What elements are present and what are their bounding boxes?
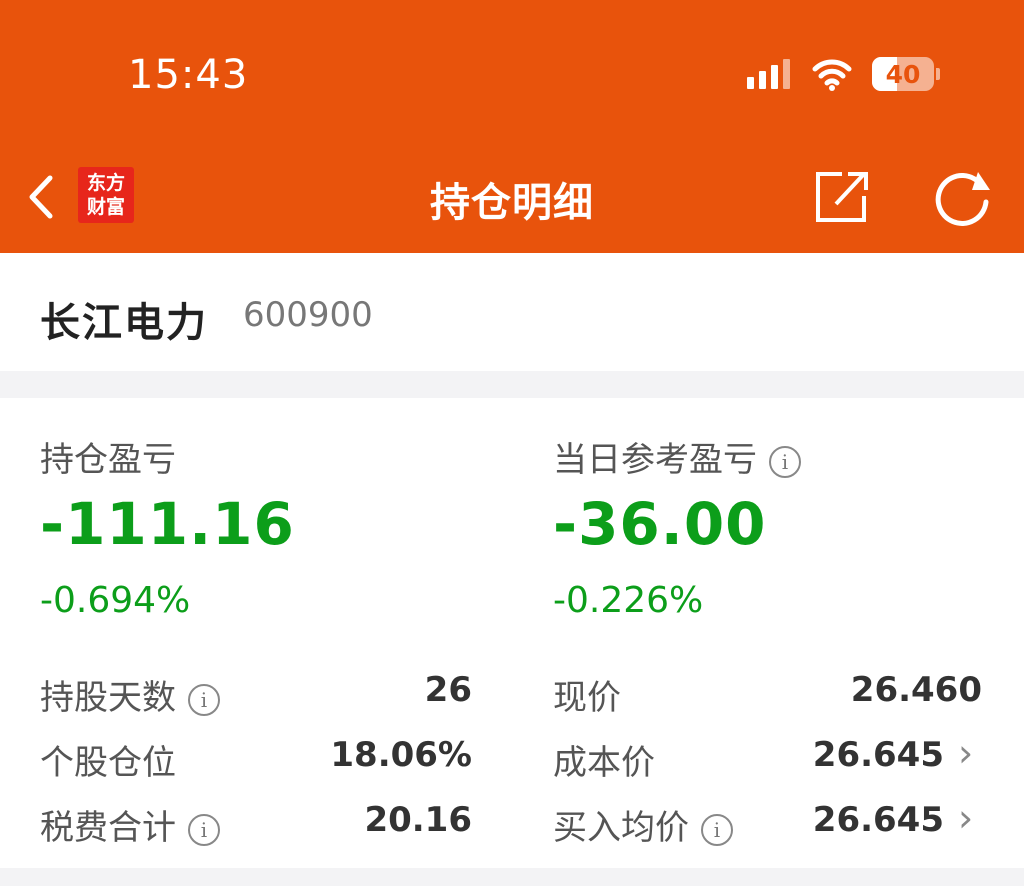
refresh-icon[interactable] [932,168,994,228]
chevron-right-icon[interactable]: › [958,731,973,775]
daily-pnl-value: -36.00 [553,490,767,558]
info-icon[interactable]: i [188,813,220,846]
position-pnl-percent: -0.694% [40,580,191,621]
position-pnl-value: -111.16 [40,490,295,558]
cost-price-value[interactable]: 26.645 [813,735,944,775]
daily-pnl-percent: -0.226% [553,580,704,621]
current-price-label: 现价 [553,678,621,718]
cost-price-label[interactable]: 成本价 [553,735,655,784]
info-icon[interactable]: i [701,813,733,846]
current-price-value: 26.460 [850,670,982,710]
holding-days-label: 持股天数 i [40,670,220,719]
position-ratio-value: 18.06% [330,735,472,775]
position-ratio-label: 个股仓位 [40,743,176,783]
chevron-right-icon[interactable]: › [958,796,973,840]
signal-icon [747,59,790,89]
top-header: 15:43 40 东方 财富 持仓明细 [0,0,1024,253]
stock-name: 长江电力 [40,300,208,346]
share-icon[interactable] [810,168,872,226]
fees-label: 税费合计 i [40,800,220,849]
battery-level: 40 [885,59,921,89]
avg-buy-price-label[interactable]: 买入均价 i [553,800,733,849]
status-time: 15:43 [128,52,249,98]
wifi-icon [812,59,852,91]
avg-buy-price-value[interactable]: 26.645 [813,800,944,840]
position-pnl-label: 持仓盈亏 [40,440,176,480]
fees-value: 20.16 [364,800,472,840]
info-icon[interactable]: i [769,445,801,478]
daily-pnl-label: 当日参考盈亏 i [553,432,801,481]
battery-icon: 40 [872,57,934,91]
holding-days-value: 26 [424,670,472,710]
info-icon[interactable]: i [188,683,220,716]
status-icons: 40 [747,56,940,92]
stock-code: 600900 [243,295,373,335]
